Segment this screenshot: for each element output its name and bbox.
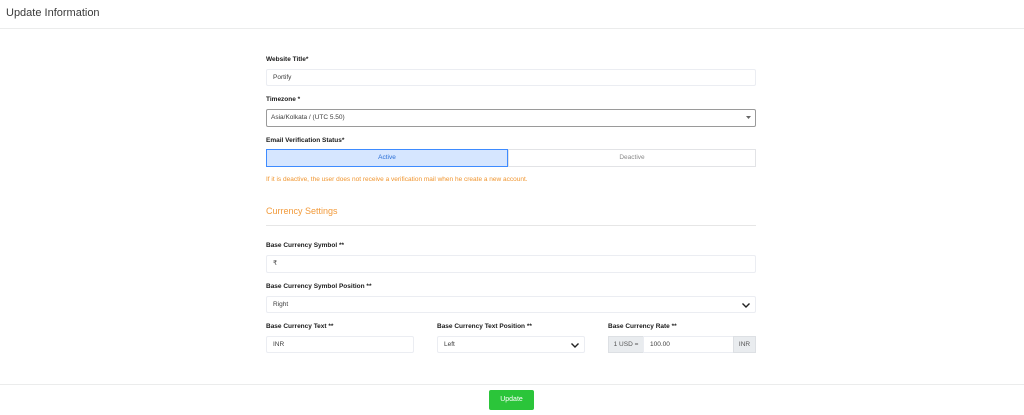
website-title-label: Website Title* [266,56,309,63]
update-button[interactable]: Update [489,390,534,410]
deactive-option[interactable]: Deactive [508,149,756,167]
symbol-position-value: Right [273,301,289,308]
currency-rate-input[interactable]: 100.00 [643,336,734,353]
base-currency-symbol-label: Base Currency Symbol ** [266,242,345,249]
text-position-value: Left [444,341,455,348]
rate-suffix: INR [733,336,756,353]
rate-prefix: 1 USD = [608,336,644,353]
card-header: Update Information [0,0,1024,29]
timezone-select[interactable]: Asia/Kolkata / (UTC 5.50) [266,109,756,127]
base-currency-symbol-input[interactable]: ₹ [266,255,756,273]
footer-divider [0,384,1024,385]
section-divider [266,225,756,226]
timezone-value: Asia/Kolkata / (UTC 5.50) [271,114,345,121]
verification-hint: If it is deactive, the user does not rec… [266,176,528,183]
currency-rate-label: Base Currency Rate ** [608,323,677,330]
currency-text-label: Base Currency Text ** [266,323,334,330]
page-title: Update Information [6,7,100,19]
active-option[interactable]: Active [266,149,508,167]
symbol-position-label: Base Currency Symbol Position ** [266,283,372,290]
email-verification-label: Email Verification Status* [266,137,345,144]
timezone-label: Timezone * [266,96,301,103]
currency-section-title: Currency Settings [266,206,338,216]
text-position-label: Base Currency Text Position ** [437,323,532,330]
currency-text-input[interactable]: INR [266,336,414,353]
chevron-down-icon [571,343,579,348]
email-verification-toggle: Active Deactive [266,149,756,167]
chevron-down-icon [742,303,750,308]
caret-down-icon [746,116,751,119]
symbol-position-select[interactable]: Right [266,296,756,313]
website-title-input[interactable]: Portify [266,69,756,86]
text-position-select[interactable]: Left [437,336,585,353]
